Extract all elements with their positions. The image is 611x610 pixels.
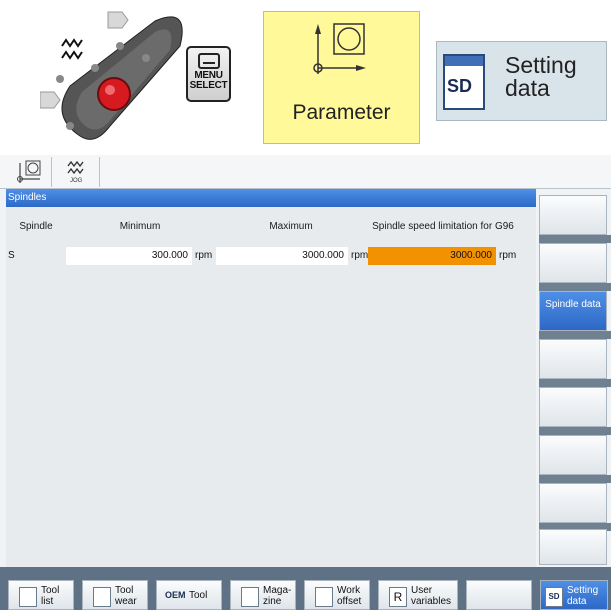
vertical-softkey-bar: Spindle data [539,189,611,567]
window-title: Spindles [6,189,536,207]
mode-status-strip: JOG [0,155,611,189]
vertical-softkey-spindle-data[interactable]: Spindle data [539,291,607,331]
menu-select-label-2: SELECT [189,80,228,91]
maximum-unit: rpm [351,250,369,261]
minimum-value-field[interactable]: 300.000 [66,247,192,265]
setting-data-icon: SD [443,54,485,110]
g96-limit-value-field[interactable]: 3000.000 [368,247,496,265]
vertical-softkey-6[interactable] [539,435,607,475]
softkey-tool-wear[interactable]: Tool wear [82,580,148,610]
setting-data-icon: SD [545,587,563,607]
mode-selector-dial-icon [40,11,183,140]
column-header-spindle: Spindle [19,221,53,232]
spindle-table: Spindle Minimum Maximum Spindle speed li… [6,207,536,559]
vertical-softkey-1[interactable] [539,195,607,235]
softkey-user-variables[interactable]: R User variables [378,580,458,610]
softkey-tool-list[interactable]: Tool list [8,580,74,610]
menu-select-key[interactable]: MENU SELECT [186,46,231,102]
softkey-work-offset[interactable]: Work offset [304,580,370,610]
setting-data-key[interactable]: SD Setting data [436,41,607,121]
hmi-screen: JOG Spindles Spindle Minimum Maximum Spi… [0,155,611,610]
vertical-softkey-8[interactable] [539,529,607,565]
vertical-softkey-2[interactable] [539,243,607,283]
softkey-empty[interactable] [466,580,532,610]
parameter-key[interactable]: Parameter [263,11,420,144]
g96-limit-unit: rpm [499,250,517,261]
work-offset-icon [315,587,333,607]
softkey-oem-tool[interactable]: OEM Tool [156,580,222,610]
jog-icon: JOG [56,157,100,187]
column-header-maximum: Maximum [269,221,313,232]
machine-icon [8,157,52,187]
softkey-setting-data[interactable]: SD Setting data [540,580,608,610]
tool-list-icon [19,587,37,607]
table-row: S 300.000 rpm 3000.000 rpm 3000.000 rpm [6,247,536,265]
svg-text:JOG: JOG [70,178,83,184]
vertical-softkey-7[interactable] [539,483,607,523]
minimum-unit: rpm [195,250,213,261]
menu-icon [197,53,220,69]
spindle-name: S [8,250,15,261]
r-variables-icon: R [389,587,407,607]
parameter-coordinate-icon [313,23,366,74]
status-line [6,559,536,567]
column-header-minimum: Minimum [119,221,161,232]
parameter-label: Parameter [292,101,391,124]
horizontal-softkey-bar: Tool list Tool wear OEM Tool Maga-zine Wor… [0,567,611,610]
magazine-icon [241,587,259,607]
oem-icon: OEM [165,590,186,600]
column-header-g96-limit: Spindle speed limitation for G96 [372,221,514,232]
setting-data-label: Setting data [505,52,577,101]
maximum-value-field[interactable]: 3000.000 [216,247,348,265]
vertical-softkey-5[interactable] [539,387,607,427]
tool-wear-icon [93,587,111,607]
operator-panel-illustration: MENU SELECT Parameter SD Setting data [0,0,611,150]
vertical-softkey-4[interactable] [539,339,607,379]
softkey-magazine[interactable]: Maga-zine [230,580,296,610]
